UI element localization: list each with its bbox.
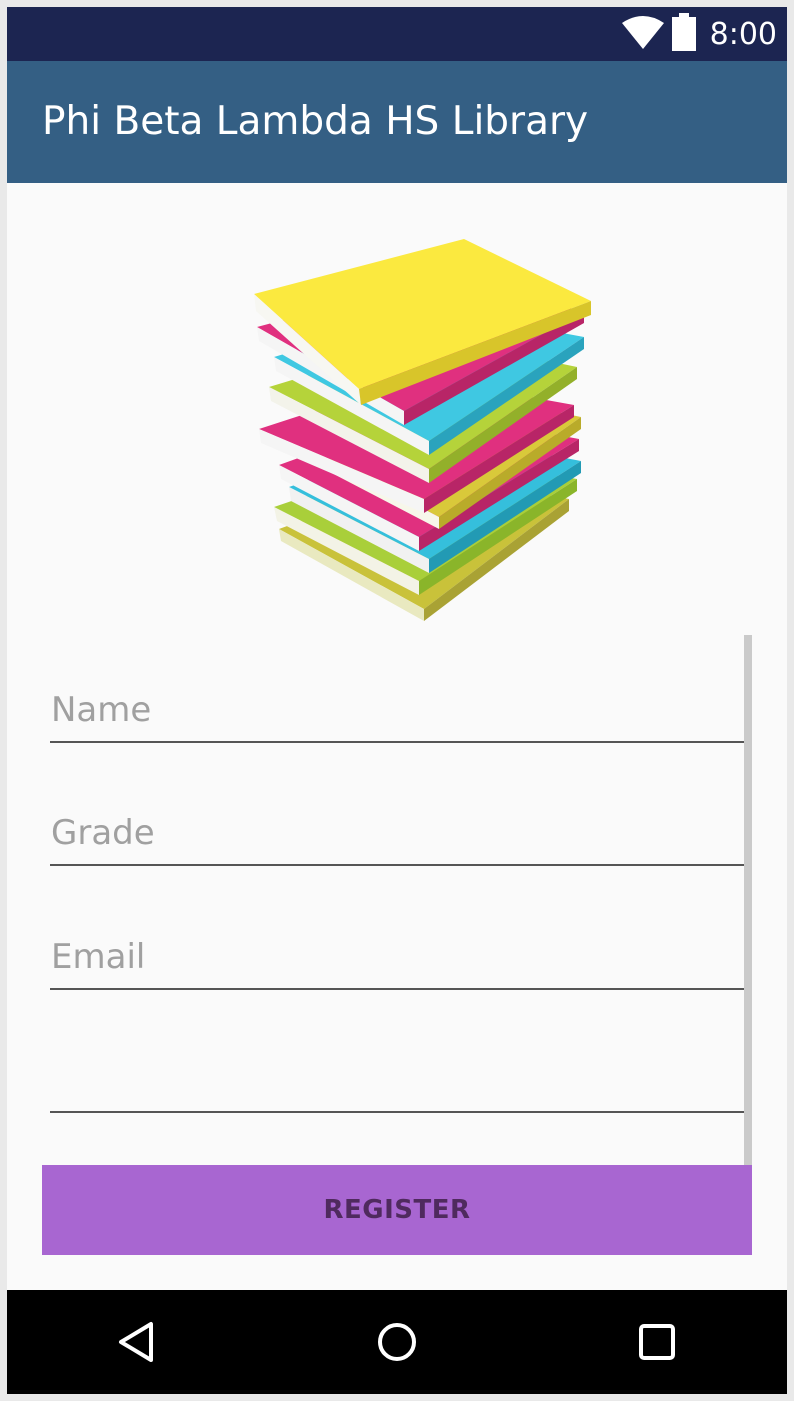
form-scrollbar[interactable] — [744, 635, 752, 1243]
grade-input[interactable] — [51, 810, 731, 856]
name-field-container — [50, 679, 744, 743]
battery-icon — [671, 12, 696, 58]
navigation-bar — [7, 1290, 787, 1394]
recents-icon[interactable] — [631, 1316, 683, 1368]
phone-screen: 8:00 Phi Beta Lambda HS Library Name Gra… — [7, 7, 787, 1394]
email-input[interactable] — [51, 934, 731, 980]
extra-field-container — [50, 1049, 744, 1113]
app-title: Phi Beta Lambda HS Library — [42, 99, 589, 144]
extra-input[interactable] — [51, 1057, 731, 1103]
grade-field-container — [50, 802, 744, 866]
name-input[interactable] — [51, 687, 731, 733]
register-button[interactable]: REGISTER — [42, 1165, 752, 1255]
email-field-container — [50, 926, 744, 990]
wifi-icon — [621, 15, 664, 56]
status-icons: 8:00 — [621, 12, 777, 58]
back-icon[interactable] — [111, 1316, 163, 1368]
app-bar: Phi Beta Lambda HS Library — [7, 61, 787, 183]
home-icon[interactable] — [371, 1316, 423, 1368]
books-stack-image — [239, 229, 599, 629]
status-time: 8:00 — [709, 17, 777, 52]
status-bar: 8:00 — [7, 7, 787, 61]
